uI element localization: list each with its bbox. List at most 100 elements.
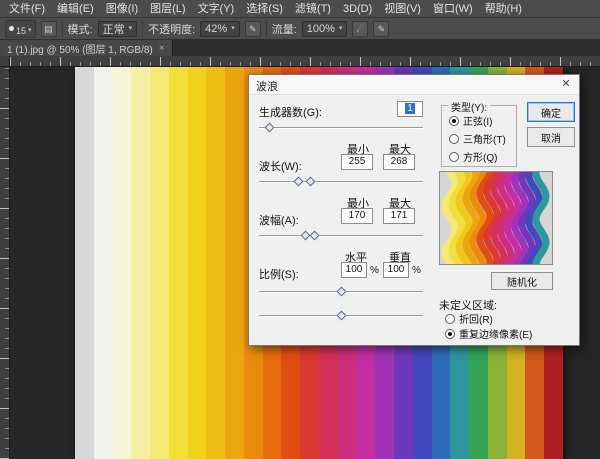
menu-window[interactable]: 窗口(W) [427,0,479,18]
radio-square[interactable]: 方形(Q) [449,149,497,164]
flow-dropdown[interactable]: 100% ▾ [302,21,348,37]
radio-triangle[interactable]: 三角形(T) [449,131,506,146]
scale-horizontal-input[interactable]: 100 [341,262,367,278]
slider-handle-max[interactable] [305,177,315,187]
image-stripe [113,67,132,459]
wave-preview [439,171,553,265]
divider [62,21,63,37]
wavelength-label: 波长(W): [259,158,302,174]
image-stripe [131,67,150,459]
flow-value: 100% [307,23,335,35]
radio-label: 方形(Q) [463,149,497,164]
generators-slider[interactable] [259,123,423,133]
menu-view[interactable]: 视图(V) [378,0,427,18]
wavelength-min-value: 255 [349,156,366,167]
cancel-button[interactable]: 取消 [527,127,575,147]
menu-file[interactable]: 文件(F) [3,0,51,18]
image-stripe [150,67,169,459]
menu-3d[interactable]: 3D(D) [337,0,378,18]
opacity-dropdown[interactable]: 42% ▾ [200,21,240,37]
airbrush-icon[interactable]: ☄ [352,21,368,37]
chevron-down-icon: ▾ [339,24,343,34]
randomize-button[interactable]: 随机化 [491,272,553,290]
scale-horizontal-value: 100 [346,264,363,275]
amplitude-min-input[interactable]: 170 [341,208,373,224]
amplitude-slider[interactable] [259,231,423,241]
slider-track [259,181,423,183]
brush-preset-picker[interactable]: 15 ▾ [5,20,36,38]
scale-label: 比例(S): [259,266,299,282]
radio-label: 重复边缘像素(E) [459,326,532,341]
slider-track [259,127,423,129]
radio-repeat-edge-pixels[interactable]: 重复边缘像素(E) [445,326,532,341]
close-icon[interactable]: ✕ [553,75,579,94]
generators-label: 生成器数(G): [259,104,322,120]
pen-pressure-size-icon[interactable]: ✎ [373,21,389,37]
radio-label: 正弦(I) [463,113,492,128]
ruler-major-ticks [10,57,600,66]
menu-type[interactable]: 文字(Y) [192,0,241,18]
slider-track [259,235,423,237]
document-tab[interactable]: 1 (1).jpg @ 50% (图层 1, RGB/8) × [0,40,173,56]
amplitude-max-value: 171 [391,210,408,221]
opacity-label: 不透明度: [148,21,195,37]
scale-vertical-input[interactable]: 100 [383,262,409,278]
amplitude-min-value: 170 [349,210,366,221]
slider-handle-max[interactable] [310,231,320,241]
mode-label: 模式: [68,21,93,37]
wave-preview-svg [440,172,552,264]
wavelength-max-value: 268 [391,156,408,167]
slider-handle[interactable] [336,311,346,321]
generators-value: 1 [405,103,415,114]
menu-layer[interactable]: 图层(L) [144,0,191,18]
tool-options-bar: 15 ▾ ▤ 模式: 正常 ▾ 不透明度: 42% ▾ ✎ 流量: 100% ▾… [0,18,600,40]
menu-bar: 文件(F) 编辑(E) 图像(I) 图层(L) 文字(Y) 选择(S) 滤镜(T… [0,0,600,18]
image-stripe [206,67,225,459]
radio-icon [449,134,459,144]
generators-input[interactable]: 1 [397,101,423,117]
menu-help[interactable]: 帮助(H) [479,0,528,18]
radio-icon [445,314,455,324]
brush-tip-icon [9,26,14,31]
menu-edit[interactable]: 编辑(E) [51,0,100,18]
vertical-ruler [0,67,10,459]
radio-label: 三角形(T) [463,131,506,146]
chevron-down-icon: ▾ [28,26,32,36]
scale-vertical-slider[interactable] [259,311,423,321]
amplitude-max-input[interactable]: 171 [383,208,415,224]
tab-close-icon[interactable]: × [159,43,165,54]
scale-horizontal-slider[interactable] [259,287,423,297]
dialog-titlebar[interactable]: 波浪 ✕ [249,75,579,95]
divider [142,21,143,37]
menu-image[interactable]: 图像(I) [100,0,144,18]
radio-icon [449,116,459,126]
wave-filter-dialog: 波浪 ✕ 生成器数(G): 1 最小 最大 波长(W): 255 268 最小 … [248,74,580,346]
brush-panel-toggle-icon[interactable]: ▤ [41,21,57,37]
mode-dropdown[interactable]: 正常 ▾ [98,21,138,37]
image-stripe [94,67,113,459]
mode-value: 正常 [103,21,125,37]
image-stripe [225,67,244,459]
wavelength-slider[interactable] [259,177,423,187]
amplitude-label: 波幅(A): [259,212,299,228]
wavelength-max-input[interactable]: 268 [383,154,415,170]
pen-pressure-opacity-icon[interactable]: ✎ [245,21,261,37]
menu-select[interactable]: 选择(S) [240,0,289,18]
wavelength-min-input[interactable]: 255 [341,154,373,170]
radio-icon [445,329,455,339]
radio-sine[interactable]: 正弦(I) [449,113,492,128]
dialog-title: 波浪 [256,78,278,94]
image-stripe [169,67,188,459]
ok-button[interactable]: 确定 [527,102,575,122]
ruler-origin-corner [0,56,10,67]
horizontal-ruler [10,56,600,67]
radio-label: 折回(R) [459,311,493,326]
slider-handle-min[interactable] [294,177,304,187]
slider-handle[interactable] [336,287,346,297]
divider [266,21,267,37]
slider-handle[interactable] [264,123,274,133]
scale-vertical-value: 100 [388,264,405,275]
menu-filter[interactable]: 滤镜(T) [289,0,337,18]
image-stripe [75,67,94,459]
radio-wrap-around[interactable]: 折回(R) [445,311,493,326]
